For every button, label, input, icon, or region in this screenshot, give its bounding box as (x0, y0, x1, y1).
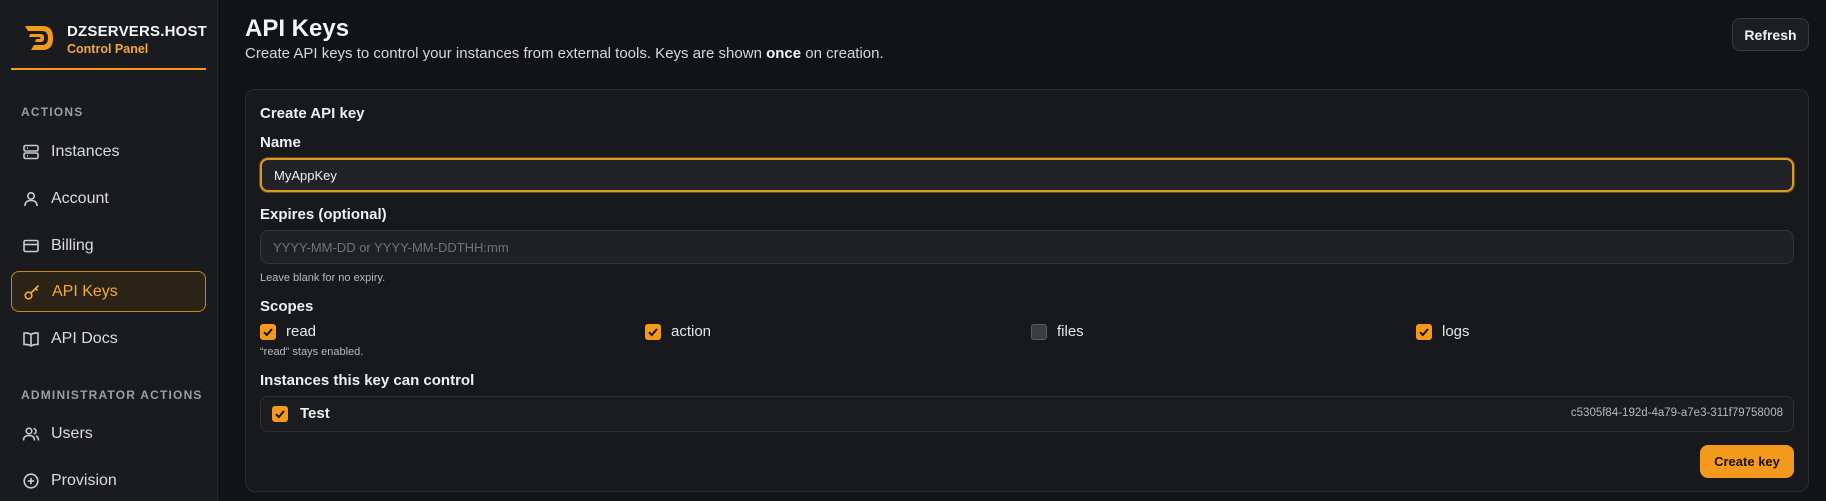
key-icon (23, 283, 41, 301)
instance-row[interactable]: Test c5305f84-192d-4a79-a7e3-311f7975800… (260, 396, 1794, 432)
page-subtitle: Create API keys to control your instance… (245, 45, 884, 62)
scope-logs[interactable]: logs (1416, 323, 1470, 340)
expires-input[interactable]: YYYY-MM-DD or YYYY-MM-DDTHH:mm (260, 230, 1794, 264)
brand-name: DZSERVERS.HOST (67, 23, 208, 40)
scope-label: action (671, 323, 712, 340)
checkbox-checked[interactable] (1416, 323, 1432, 340)
scopes-hint: “read” stays enabled. (260, 346, 364, 358)
sidebar-item-api-docs[interactable]: API Docs (11, 318, 206, 359)
scope-read[interactable]: read (260, 323, 316, 340)
sidebar-item-label: API Docs (51, 329, 118, 347)
sidebar-item-label: API Keys (52, 282, 118, 300)
credit-card-icon (22, 237, 40, 255)
sidebar-item-label: Provision (51, 471, 117, 489)
scope-label: files (1057, 323, 1084, 340)
sidebar-item-users[interactable]: Users (11, 413, 206, 454)
sidebar-item-account[interactable]: Account (11, 178, 206, 219)
subtitle-text: Create API keys to control your instance… (245, 45, 767, 62)
plus-circle-icon (22, 472, 40, 490)
checkbox-checked[interactable] (272, 406, 288, 422)
card-title: Create API key (260, 105, 365, 122)
section-label-admin: ADMINISTRATOR ACTIONS (21, 388, 203, 402)
brand-subtitle: Control Panel (67, 42, 149, 56)
instance-name: Test (300, 405, 330, 422)
name-label: Name (260, 134, 301, 151)
server-icon (22, 143, 40, 161)
create-key-button[interactable]: Create key (1700, 445, 1794, 478)
checkbox-checked[interactable] (645, 323, 661, 340)
sidebar: DZSERVERS.HOST Control Panel ACTIONS Ins… (0, 0, 218, 501)
sidebar-item-provision[interactable]: Provision (11, 460, 206, 501)
sidebar-item-billing[interactable]: Billing (11, 225, 206, 266)
scope-action[interactable]: action (645, 323, 711, 340)
sidebar-item-label: Account (51, 189, 109, 207)
brand[interactable]: DZSERVERS.HOST Control Panel (11, 12, 208, 70)
name-input[interactable]: MyAppKey (260, 158, 1794, 192)
sidebar-item-api-keys[interactable]: API Keys (11, 271, 206, 312)
scopes-label: Scopes (260, 298, 314, 315)
sidebar-item-label: Instances (51, 142, 120, 160)
book-icon (22, 330, 40, 348)
sidebar-item-label: Users (51, 424, 93, 442)
scope-files[interactable]: files (1031, 323, 1084, 340)
page-title: API Keys (245, 15, 350, 42)
subtitle-text-end: on creation. (801, 45, 884, 62)
scope-label: logs (1442, 323, 1470, 340)
users-icon (22, 425, 40, 443)
sidebar-item-instances[interactable]: Instances (11, 131, 206, 172)
section-label-actions: ACTIONS (21, 105, 84, 119)
checkbox-checked[interactable] (260, 323, 276, 340)
create-api-key-card: Create API key Name MyAppKey Expires (op… (245, 89, 1809, 492)
expires-hint: Leave blank for no expiry. (260, 272, 386, 284)
refresh-button[interactable]: Refresh (1732, 18, 1809, 51)
instance-id: c5305f84-192d-4a79-a7e3-311f79758008 (1570, 407, 1783, 419)
subtitle-emphasis: once (766, 45, 802, 62)
scope-label: read (286, 323, 317, 340)
sidebar-item-label: Billing (51, 236, 94, 254)
instances-label: Instances this key can control (260, 372, 475, 389)
expires-label: Expires (optional) (260, 206, 387, 223)
brand-logo-icon (25, 26, 53, 50)
user-icon (22, 190, 40, 208)
checkbox-unchecked[interactable] (1031, 323, 1047, 340)
